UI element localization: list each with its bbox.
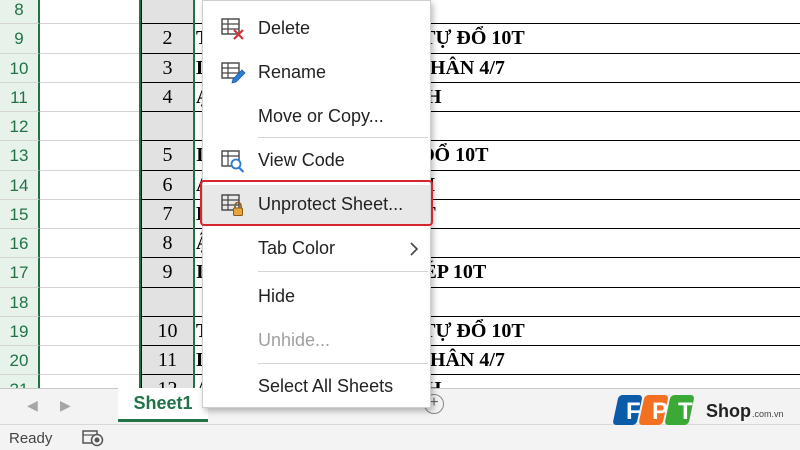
rename-sheet-icon [221,62,246,84]
menu-separator [258,137,428,138]
cell-column-a[interactable] [40,346,141,376]
cell-column-b[interactable]: 6 [141,170,194,200]
svg-text:.com.vn: .com.vn [752,409,784,419]
cell-column-b[interactable]: 9 [141,258,194,288]
cell-column-b[interactable]: 7 [141,199,194,229]
menu-item-hide[interactable]: Hide [203,277,430,317]
menu-item-unhide: Unhide... [203,321,430,361]
scroll-tabs-right-icon[interactable]: ▶ [60,397,71,414]
menu-item-view-code[interactable]: View Code [203,141,430,181]
cell-column-a[interactable] [40,112,141,142]
macro-recording-icon[interactable] [82,429,104,447]
menu-item-tab-color[interactable]: Tab Color [203,229,430,269]
menu-item-label: Delete [258,18,311,38]
cell-column-a[interactable] [40,199,141,229]
cell-column-a[interactable] [40,375,141,388]
row-header[interactable]: 17 [0,258,40,288]
row-header[interactable]: 10 [0,53,40,83]
menu-item-label: Select All Sheets [258,376,394,396]
row-header[interactable]: 14 [0,170,40,200]
row-header[interactable]: 8 [0,0,40,25]
menu-separator [258,363,428,364]
status-text: Ready [9,430,53,447]
row-header[interactable]: 21 [0,375,40,388]
row-header[interactable]: 15 [0,199,40,229]
menu-separator [258,271,428,272]
fpt-shop-logo: F P T Shop .com.vn [613,395,784,425]
view-code-icon [221,150,245,173]
unprotect-sheet-icon [221,194,243,216]
cell-column-b[interactable]: 12 [141,375,194,388]
menu-item-label: Tab Color [258,238,336,258]
chevron-right-icon [410,242,419,256]
row-header[interactable]: 12 [0,112,40,142]
cell-column-b[interactable]: 10 [141,316,194,346]
cell-column-b[interactable] [141,287,194,317]
row-header[interactable]: 13 [0,141,40,171]
cell-column-b[interactable]: 3 [141,53,194,83]
cell-column-a[interactable] [40,287,141,317]
menu-item-rename[interactable]: Rename [203,53,430,93]
menu-item-label: Unhide... [258,330,331,350]
cell-column-a[interactable] [40,229,141,259]
row-header[interactable]: 16 [0,229,40,259]
menu-item-select-all-sheets[interactable]: Select All Sheets [203,367,430,407]
svg-text:P: P [652,398,668,425]
svg-text:Shop: Shop [706,401,751,421]
svg-text:F: F [626,398,641,425]
selected-column-border-left [139,0,141,388]
row-header[interactable]: 20 [0,346,40,376]
cell-column-b[interactable]: 2 [141,24,194,54]
cell-column-a[interactable] [40,258,141,288]
sheet-tab-sheet1[interactable]: Sheet1 [118,388,208,422]
menu-item-label: View Code [258,150,345,170]
svg-text:T: T [678,398,693,425]
cell-column-b[interactable] [141,0,194,25]
cell-column-b[interactable]: 11 [141,346,194,376]
sheet-context-menu: Delete Rename Move or Copy... View Code [202,0,431,408]
cell-column-a[interactable] [40,141,141,171]
cell-column-a[interactable] [40,0,141,25]
cell-column-a[interactable] [40,170,141,200]
menu-item-label: Hide [258,286,296,306]
scroll-tabs-left-icon[interactable]: ◀ [27,397,38,414]
menu-item-label: Unprotect Sheet... [258,194,404,214]
menu-item-label: Rename [258,62,327,82]
cell-column-a[interactable] [40,316,141,346]
delete-sheet-icon [221,18,244,40]
row-header[interactable]: 9 [0,24,40,54]
menu-item-unprotect-sheet[interactable]: Unprotect Sheet... [203,185,430,225]
selected-column-border-right [193,0,195,388]
cell-column-b[interactable] [141,112,194,142]
cell-column-a[interactable] [40,82,141,112]
row-header[interactable]: 19 [0,316,40,346]
cell-column-a[interactable] [40,24,141,54]
menu-item-move-or-copy[interactable]: Move or Copy... [203,97,430,137]
menu-item-label: Move or Copy... [258,106,384,126]
menu-item-delete[interactable]: Delete [203,9,430,49]
cell-column-b[interactable]: 5 [141,141,194,171]
cell-column-b[interactable]: 4 [141,82,194,112]
cell-column-b[interactable]: 8 [141,229,194,259]
row-header[interactable]: 11 [0,82,40,112]
row-header[interactable]: 18 [0,287,40,317]
cell-column-a[interactable] [40,53,141,83]
